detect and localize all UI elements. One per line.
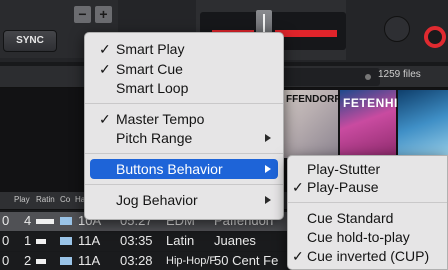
- menu-item-label: Buttons Behavior: [116, 161, 223, 177]
- row-lead: 0: [2, 213, 10, 228]
- checkmark-icon: ✓: [292, 179, 304, 195]
- menu-item-pitch-range[interactable]: Pitch Range: [85, 128, 283, 148]
- submenu-arrow-icon: [265, 134, 271, 142]
- submenu-item-label: Cue inverted (CUP): [307, 248, 430, 264]
- submenu-item-play-pause[interactable]: ✓ Play-Pause: [288, 177, 447, 197]
- track-key: 11A: [78, 233, 101, 248]
- files-count: 1259 files: [378, 69, 421, 80]
- rating-bar: [36, 259, 46, 264]
- track-genre: Latin: [166, 233, 195, 248]
- column-header-play[interactable]: Play: [14, 195, 30, 204]
- row-lead: 0: [2, 233, 10, 248]
- menu-item-smart-play[interactable]: ✓ Smart Play: [85, 39, 283, 59]
- submenu-item-label: Play-Pause: [307, 179, 379, 195]
- play-count: 1: [24, 233, 32, 248]
- submenu-item-play-stutter[interactable]: Play-Stutter: [288, 159, 447, 179]
- checkmark-icon: ✓: [99, 41, 111, 57]
- play-count: 4: [24, 213, 32, 228]
- minus-button[interactable]: −: [74, 6, 91, 23]
- menu-item-label: Smart Loop: [116, 80, 189, 96]
- rating-bar: [36, 239, 46, 244]
- menu-item-master-tempo[interactable]: ✓ Master Tempo: [85, 109, 283, 129]
- search-input[interactable]: [270, 68, 380, 86]
- play-count: 2: [24, 253, 32, 268]
- red-ring-icon[interactable]: [424, 26, 446, 48]
- submenu-item-label: Play-Stutter: [307, 161, 381, 177]
- submenu-arrow-icon: [265, 165, 271, 173]
- menu-item-smart-cue[interactable]: ✓ Smart Cue: [85, 59, 283, 79]
- menu-item-label: Smart Play: [116, 41, 185, 57]
- album-cover[interactable]: FETENHITS: [340, 90, 414, 158]
- track-artist: Juanes: [214, 233, 256, 248]
- menu-item-label: Master Tempo: [116, 111, 205, 127]
- color-chip: [60, 257, 72, 265]
- menu-item-label: Pitch Range: [116, 130, 193, 146]
- column-header-color[interactable]: Co: [60, 195, 70, 204]
- checkmark-icon: ✓: [292, 248, 304, 264]
- track-time: 03:35: [120, 233, 153, 248]
- rating-bar: [36, 219, 54, 224]
- sync-button[interactable]: SYNC: [3, 30, 57, 52]
- menu-separator: [85, 103, 283, 104]
- color-chip: [60, 237, 72, 245]
- checkmark-icon: ✓: [99, 61, 111, 77]
- track-time: 03:28: [120, 253, 153, 268]
- status-dot-icon: [365, 74, 371, 80]
- menu-item-jog-behavior[interactable]: Jog Behavior: [85, 190, 283, 210]
- buttons-behavior-submenu: Play-Stutter ✓ Play-Pause Cue Standard C…: [287, 155, 448, 270]
- checkmark-icon: ✓: [99, 111, 111, 127]
- menu-item-smart-loop[interactable]: Smart Loop: [85, 78, 283, 98]
- submenu-arrow-icon: [265, 196, 271, 204]
- album-cover[interactable]: [398, 90, 448, 158]
- context-menu: ✓ Smart Play ✓ Smart Cue Smart Loop ✓ Ma…: [84, 32, 284, 220]
- track-artist: 50 Cent Fe: [214, 253, 279, 268]
- row-lead: 0: [2, 253, 10, 268]
- submenu-item-cue-hold-to-play[interactable]: Cue hold-to-play: [288, 227, 447, 247]
- right-level-bar: [275, 30, 337, 37]
- submenu-item-label: Cue Standard: [307, 210, 394, 226]
- album-cover[interactable]: FFENDORF: [284, 90, 341, 158]
- color-chip: [60, 217, 72, 225]
- submenu-item-label: Cue hold-to-play: [307, 229, 410, 245]
- menu-item-buttons-behavior[interactable]: Buttons Behavior: [90, 159, 278, 179]
- menu-separator: [85, 153, 283, 154]
- cover-title: FFENDORF: [286, 94, 341, 105]
- plus-button[interactable]: +: [95, 6, 112, 23]
- right-deck-knob[interactable]: [384, 16, 410, 42]
- menu-item-label: Smart Cue: [116, 61, 183, 77]
- submenu-item-cue-standard[interactable]: Cue Standard: [288, 208, 447, 228]
- menu-separator: [288, 202, 447, 203]
- track-key: 11A: [78, 253, 101, 268]
- column-header-rating[interactable]: Ratin: [36, 195, 55, 204]
- submenu-item-cue-inverted[interactable]: ✓ Cue inverted (CUP): [288, 246, 447, 266]
- menu-item-label: Jog Behavior: [116, 192, 198, 208]
- track-genre: Hip-Hop/F: [166, 255, 217, 267]
- menu-separator: [85, 184, 283, 185]
